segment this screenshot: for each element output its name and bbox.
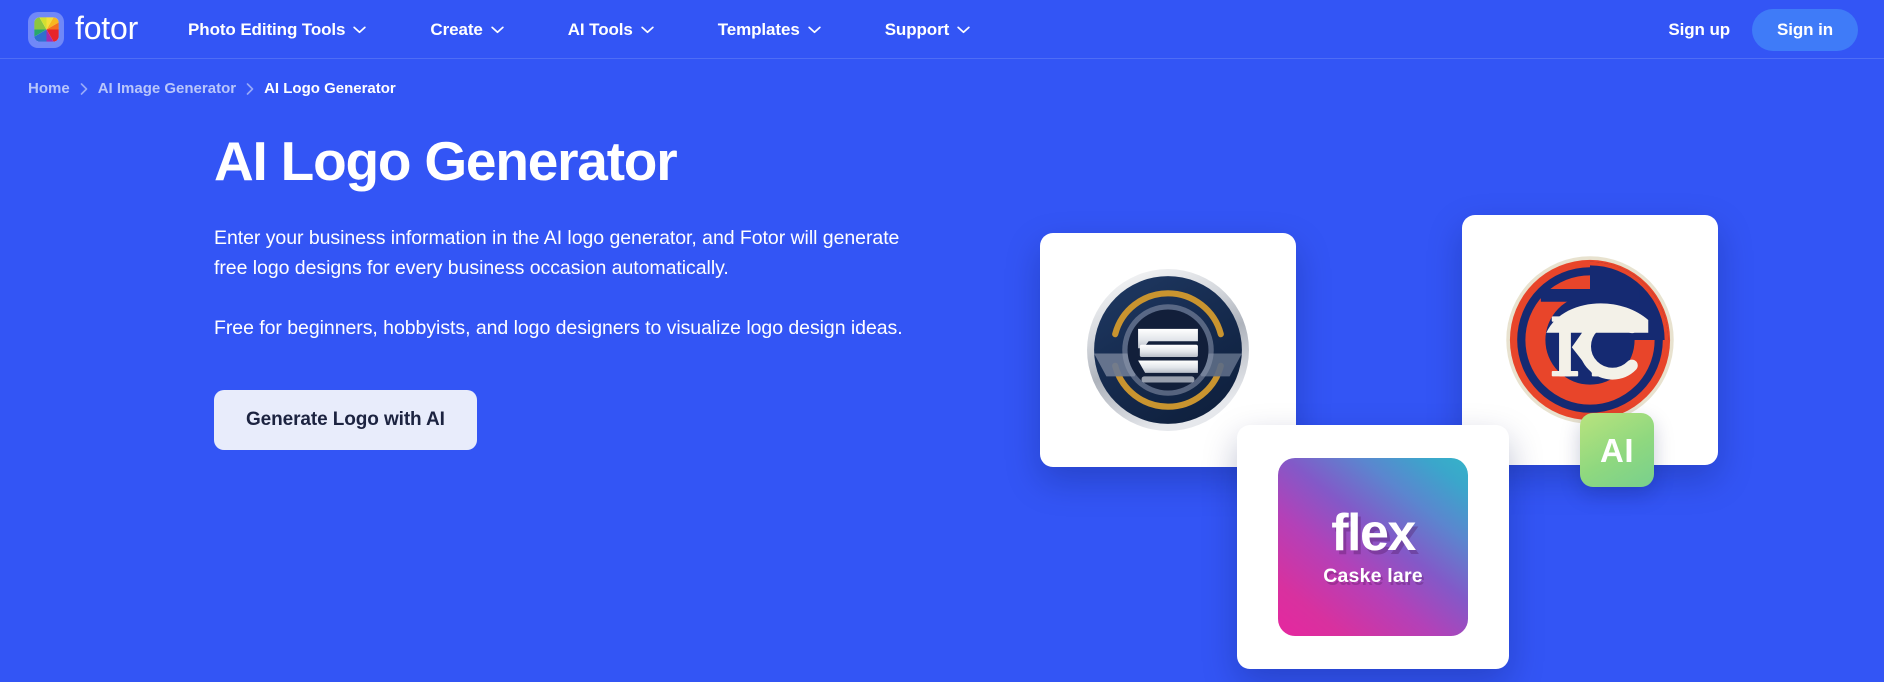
site-header: fotor Photo Editing Tools Create AI Tool… (0, 0, 1884, 59)
brand-name: fotor (75, 10, 139, 46)
breadcrumb-item-current: AI Logo Generator (264, 80, 396, 97)
chevron-down-icon (353, 25, 367, 33)
generate-logo-button[interactable]: Generate Logo with AI (214, 389, 477, 450)
sign-in-button[interactable]: Sign in (1752, 8, 1858, 51)
hero-section: AI Logo Generator Enter your business in… (0, 97, 1884, 669)
brand-logo-link[interactable]: fotor (28, 10, 139, 48)
chevron-down-icon (808, 25, 821, 33)
flex-logo-subtitle: Caske lare (1323, 565, 1423, 588)
chevron-down-icon (641, 25, 654, 33)
breadcrumb: Home AI Image Generator AI Logo Generato… (0, 59, 1884, 97)
hero-paragraph-2: Free for beginners, hobbyists, and logo … (214, 317, 903, 340)
nav-item-templates[interactable]: Templates (708, 12, 831, 48)
nav-item-label: Create (430, 19, 483, 39)
page-root: fotor Photo Editing Tools Create AI Tool… (0, 0, 1884, 682)
page-title: AI Logo Generator (214, 130, 678, 192)
logo-card-flex-gradient[interactable]: flex Caske lare (1237, 425, 1509, 669)
breadcrumb-item-home[interactable]: Home (28, 80, 70, 97)
nav-item-create[interactable]: Create (420, 12, 513, 48)
breadcrumb-item-ai-image-generator[interactable]: AI Image Generator (98, 80, 236, 97)
nav-item-label: Support (884, 19, 950, 39)
sign-up-link[interactable]: Sign up (1664, 14, 1734, 46)
hero-copy: AI Logo Generator Enter your business in… (214, 125, 914, 450)
nav-item-ai-tools[interactable]: AI Tools (558, 12, 664, 48)
flex-logo-word: flex (1331, 504, 1416, 563)
ai-badge-label: AI (1600, 431, 1634, 469)
ai-badge: AI (1580, 413, 1654, 487)
flex-gradient-tile: flex Caske lare (1278, 458, 1468, 636)
nav-item-label: AI Tools (567, 19, 633, 39)
nav-item-label: Photo Editing Tools (188, 19, 346, 39)
chevron-right-icon (246, 82, 254, 95)
kc-monogram-logo-icon (1506, 256, 1674, 424)
hero-paragraph-1: Enter your business information in the A… (214, 226, 900, 279)
nav-item-label: Templates (717, 19, 800, 39)
navy-emblem-logo-icon (1087, 269, 1249, 431)
nav-item-photo-editing-tools[interactable]: Photo Editing Tools (178, 12, 376, 48)
logo-showcase: flex Caske lare AI (1010, 215, 1750, 682)
color-wheel-icon (28, 11, 64, 48)
main-navigation: Photo Editing Tools Create AI Tools Temp… (178, 12, 1664, 48)
auth-actions: Sign up Sign in (1664, 8, 1858, 51)
chevron-down-icon (957, 25, 970, 33)
chevron-down-icon (491, 25, 504, 33)
chevron-right-icon (80, 82, 87, 95)
nav-item-support[interactable]: Support (875, 12, 980, 48)
